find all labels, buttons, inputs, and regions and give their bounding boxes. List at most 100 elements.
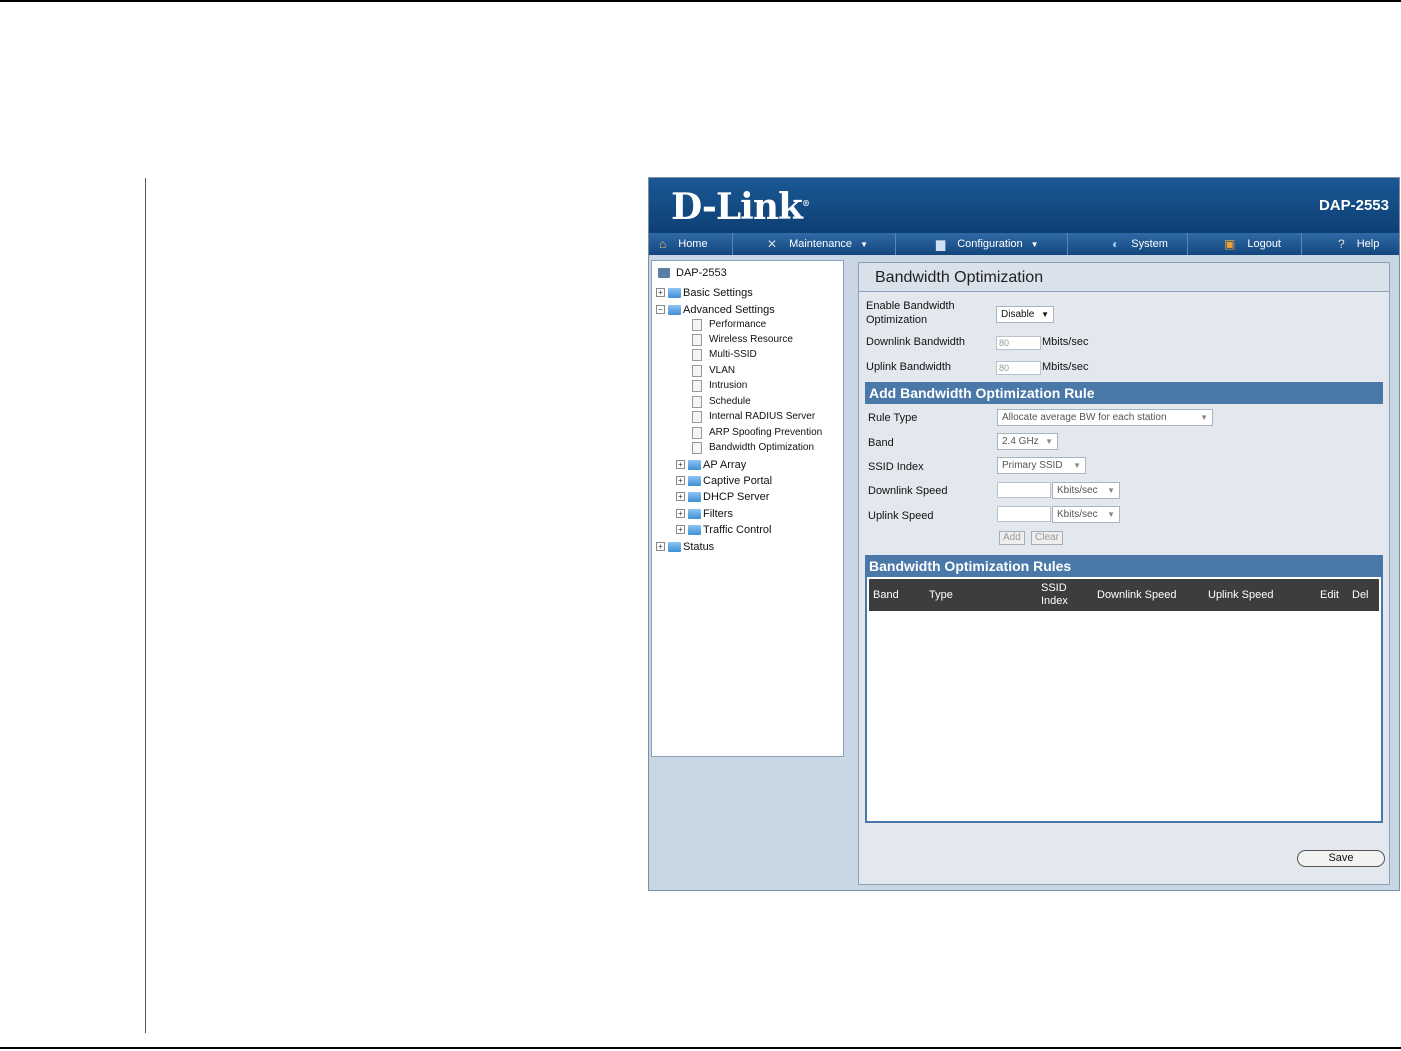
banner: D-Link® DAP-2553: [649, 178, 1399, 233]
tree-item-filters[interactable]: + Filters: [676, 506, 733, 521]
folder-icon: [688, 475, 701, 486]
dropdown-arrow-icon: ▼: [1107, 486, 1115, 495]
tree-item-ap-array[interactable]: + AP Array: [676, 457, 746, 472]
uplink-speed-label: Uplink Speed: [868, 510, 934, 522]
tree-item-wireless-resource[interactable]: Wireless Resource: [692, 332, 793, 347]
page-icon: [692, 318, 702, 331]
bottom-rule: [0, 1047, 1401, 1049]
computer-icon: [658, 267, 670, 278]
content-panel: Bandwidth Optimization Enable Bandwidth …: [858, 262, 1390, 885]
dropdown-arrow-icon: ▼: [1073, 461, 1081, 470]
rules-header: Bandwidth Optimization Rules: [865, 555, 1383, 577]
col-index: Index: [1041, 595, 1068, 607]
chevron-down-icon: ▼: [860, 239, 868, 249]
expand-icon: +: [676, 476, 685, 485]
tree-item-bandwidth[interactable]: Bandwidth Optimization: [692, 440, 814, 455]
uplink-bandwidth-label: Uplink Bandwidth: [866, 361, 951, 373]
col-edit: Edit: [1320, 589, 1339, 601]
page-icon: [692, 410, 702, 423]
rules-table-header: Band Type SSID Index Downlink Speed Upli…: [869, 579, 1379, 611]
downlink-bandwidth-input[interactable]: 80: [996, 336, 1041, 350]
rule-type-select[interactable]: Allocate average BW for each station ▼: [997, 409, 1213, 426]
folder-icon: [688, 491, 701, 502]
folder-open-icon: [668, 304, 681, 315]
globe-icon: ◐: [1112, 237, 1120, 251]
disk-icon: ▆: [936, 237, 946, 251]
dropdown-arrow-icon: ▼: [1200, 413, 1208, 422]
expand-icon: +: [656, 542, 665, 551]
collapse-icon: −: [656, 305, 665, 314]
tree-item-intrusion[interactable]: Intrusion: [692, 378, 747, 393]
home-icon: ⌂: [659, 237, 667, 251]
nav-logout[interactable]: ▣ Logout: [1188, 233, 1302, 255]
tree-basic-settings[interactable]: + Basic Settings: [656, 285, 753, 300]
downlink-bandwidth-label: Downlink Bandwidth: [866, 336, 966, 348]
nav-configuration[interactable]: ▆ Configuration ▼: [896, 233, 1068, 255]
dropdown-arrow-icon: ▼: [1045, 437, 1053, 446]
folder-icon: [668, 287, 681, 298]
col-uplink-speed: Uplink Speed: [1208, 589, 1274, 601]
nav-system[interactable]: ◐ System: [1068, 233, 1188, 255]
folder-icon: [688, 524, 701, 535]
nav-home[interactable]: ⌂ Home: [649, 233, 733, 255]
downlink-speed-label: Downlink Speed: [868, 485, 948, 497]
tree-root[interactable]: DAP-2553: [658, 265, 727, 280]
page-icon: [692, 441, 702, 454]
uplink-unit: Mbits/sec: [1042, 361, 1089, 373]
ssid-index-select[interactable]: Primary SSID ▼: [997, 457, 1086, 474]
clear-button[interactable]: Clear: [1031, 531, 1063, 545]
page-icon: [692, 395, 702, 408]
expand-icon: +: [676, 492, 685, 501]
rule-type-label: Rule Type: [868, 412, 918, 424]
tree-status[interactable]: + Status: [656, 539, 714, 554]
tree-item-arp[interactable]: ARP Spoofing Prevention: [692, 425, 822, 440]
tree-item-multi-ssid[interactable]: Multi-SSID: [692, 347, 757, 362]
expand-icon: +: [656, 288, 665, 297]
uplink-bandwidth-input[interactable]: 80: [996, 361, 1041, 375]
folder-icon: [668, 541, 681, 552]
tree-item-schedule[interactable]: Schedule: [692, 394, 751, 409]
tree-advanced-settings[interactable]: − Advanced Settings: [656, 302, 775, 317]
enable-select[interactable]: Disable ▼: [996, 306, 1054, 323]
dropdown-arrow-icon: ▼: [1041, 310, 1049, 319]
enable-label-1: Enable Bandwidth: [866, 300, 955, 312]
band-select[interactable]: 2.4 GHz ▼: [997, 433, 1058, 450]
page-icon: [692, 333, 702, 346]
col-downlink-speed: Downlink Speed: [1097, 589, 1177, 601]
folder-icon: [688, 508, 701, 519]
model-name: DAP-2553: [1318, 197, 1389, 214]
tree-item-dhcp[interactable]: + DHCP Server: [676, 489, 769, 504]
top-rule: [0, 0, 1401, 2]
page-title: Bandwidth Optimization: [859, 263, 1389, 292]
col-band: Band: [873, 589, 899, 601]
logout-icon: ▣: [1224, 237, 1236, 251]
col-type: Type: [929, 589, 953, 601]
tree-item-traffic-control[interactable]: + Traffic Control: [676, 522, 771, 537]
tree-item-vlan[interactable]: VLAN: [692, 363, 735, 378]
uplink-unit-select[interactable]: Kbits/sec ▼: [1052, 506, 1120, 523]
page-icon: [692, 348, 702, 361]
downlink-unit-select[interactable]: Kbits/sec ▼: [1052, 482, 1120, 499]
downlink-speed-input[interactable]: [997, 482, 1051, 498]
tools-icon: ✕: [767, 237, 778, 251]
nav-tree: DAP-2553 + Basic Settings − Advanced Setti…: [651, 260, 844, 757]
nav-maintenance[interactable]: ✕ Maintenance ▼: [733, 233, 896, 255]
page-icon: [692, 364, 702, 377]
help-icon: ?: [1338, 237, 1345, 251]
rules-table: Band Type SSID Index Downlink Speed Upli…: [865, 575, 1383, 823]
tree-item-performance[interactable]: Performance: [692, 317, 766, 332]
margin-line: [145, 178, 146, 1033]
tree-item-captive-portal[interactable]: + Captive Portal: [676, 473, 772, 488]
col-del: Del: [1352, 589, 1369, 601]
add-button[interactable]: Add: [999, 531, 1025, 545]
top-nav: ⌂ Home ✕ Maintenance ▼ ▆ Configuration ▼ ◐ Sys…: [649, 233, 1399, 255]
tree-item-radius[interactable]: Internal RADIUS Server: [692, 409, 815, 424]
dlink-logo: D-Link®: [671, 186, 810, 228]
dropdown-arrow-icon: ▼: [1107, 510, 1115, 519]
chevron-down-icon: ▼: [1030, 239, 1039, 249]
ssid-index-label: SSID Index: [868, 461, 924, 473]
enable-label-2: Optimization: [866, 314, 928, 326]
nav-help[interactable]: ? Help: [1302, 233, 1399, 255]
uplink-speed-input[interactable]: [997, 506, 1051, 522]
save-button[interactable]: Save: [1297, 850, 1385, 867]
